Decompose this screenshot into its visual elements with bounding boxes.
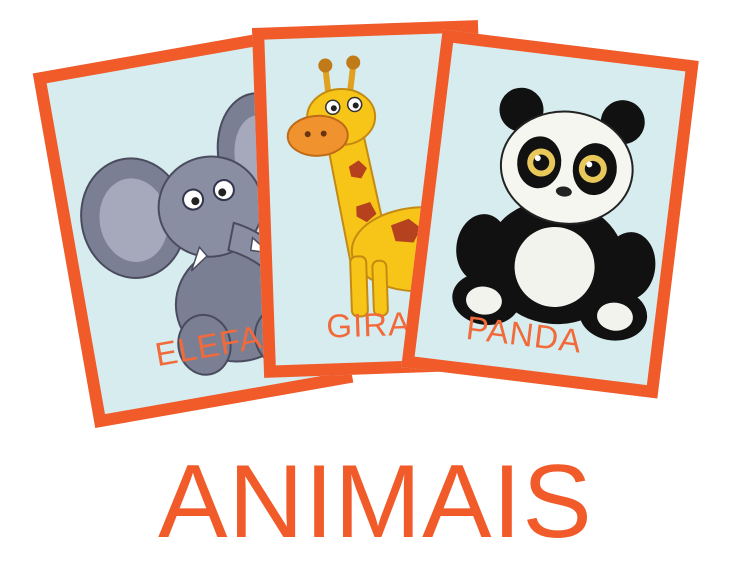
flashcards-illustration: ELEFA GIRAF PANDA ANIMAIS [0,0,751,586]
card-panda: PANDA [401,29,699,399]
page-title: ANIMAIS [158,444,593,560]
